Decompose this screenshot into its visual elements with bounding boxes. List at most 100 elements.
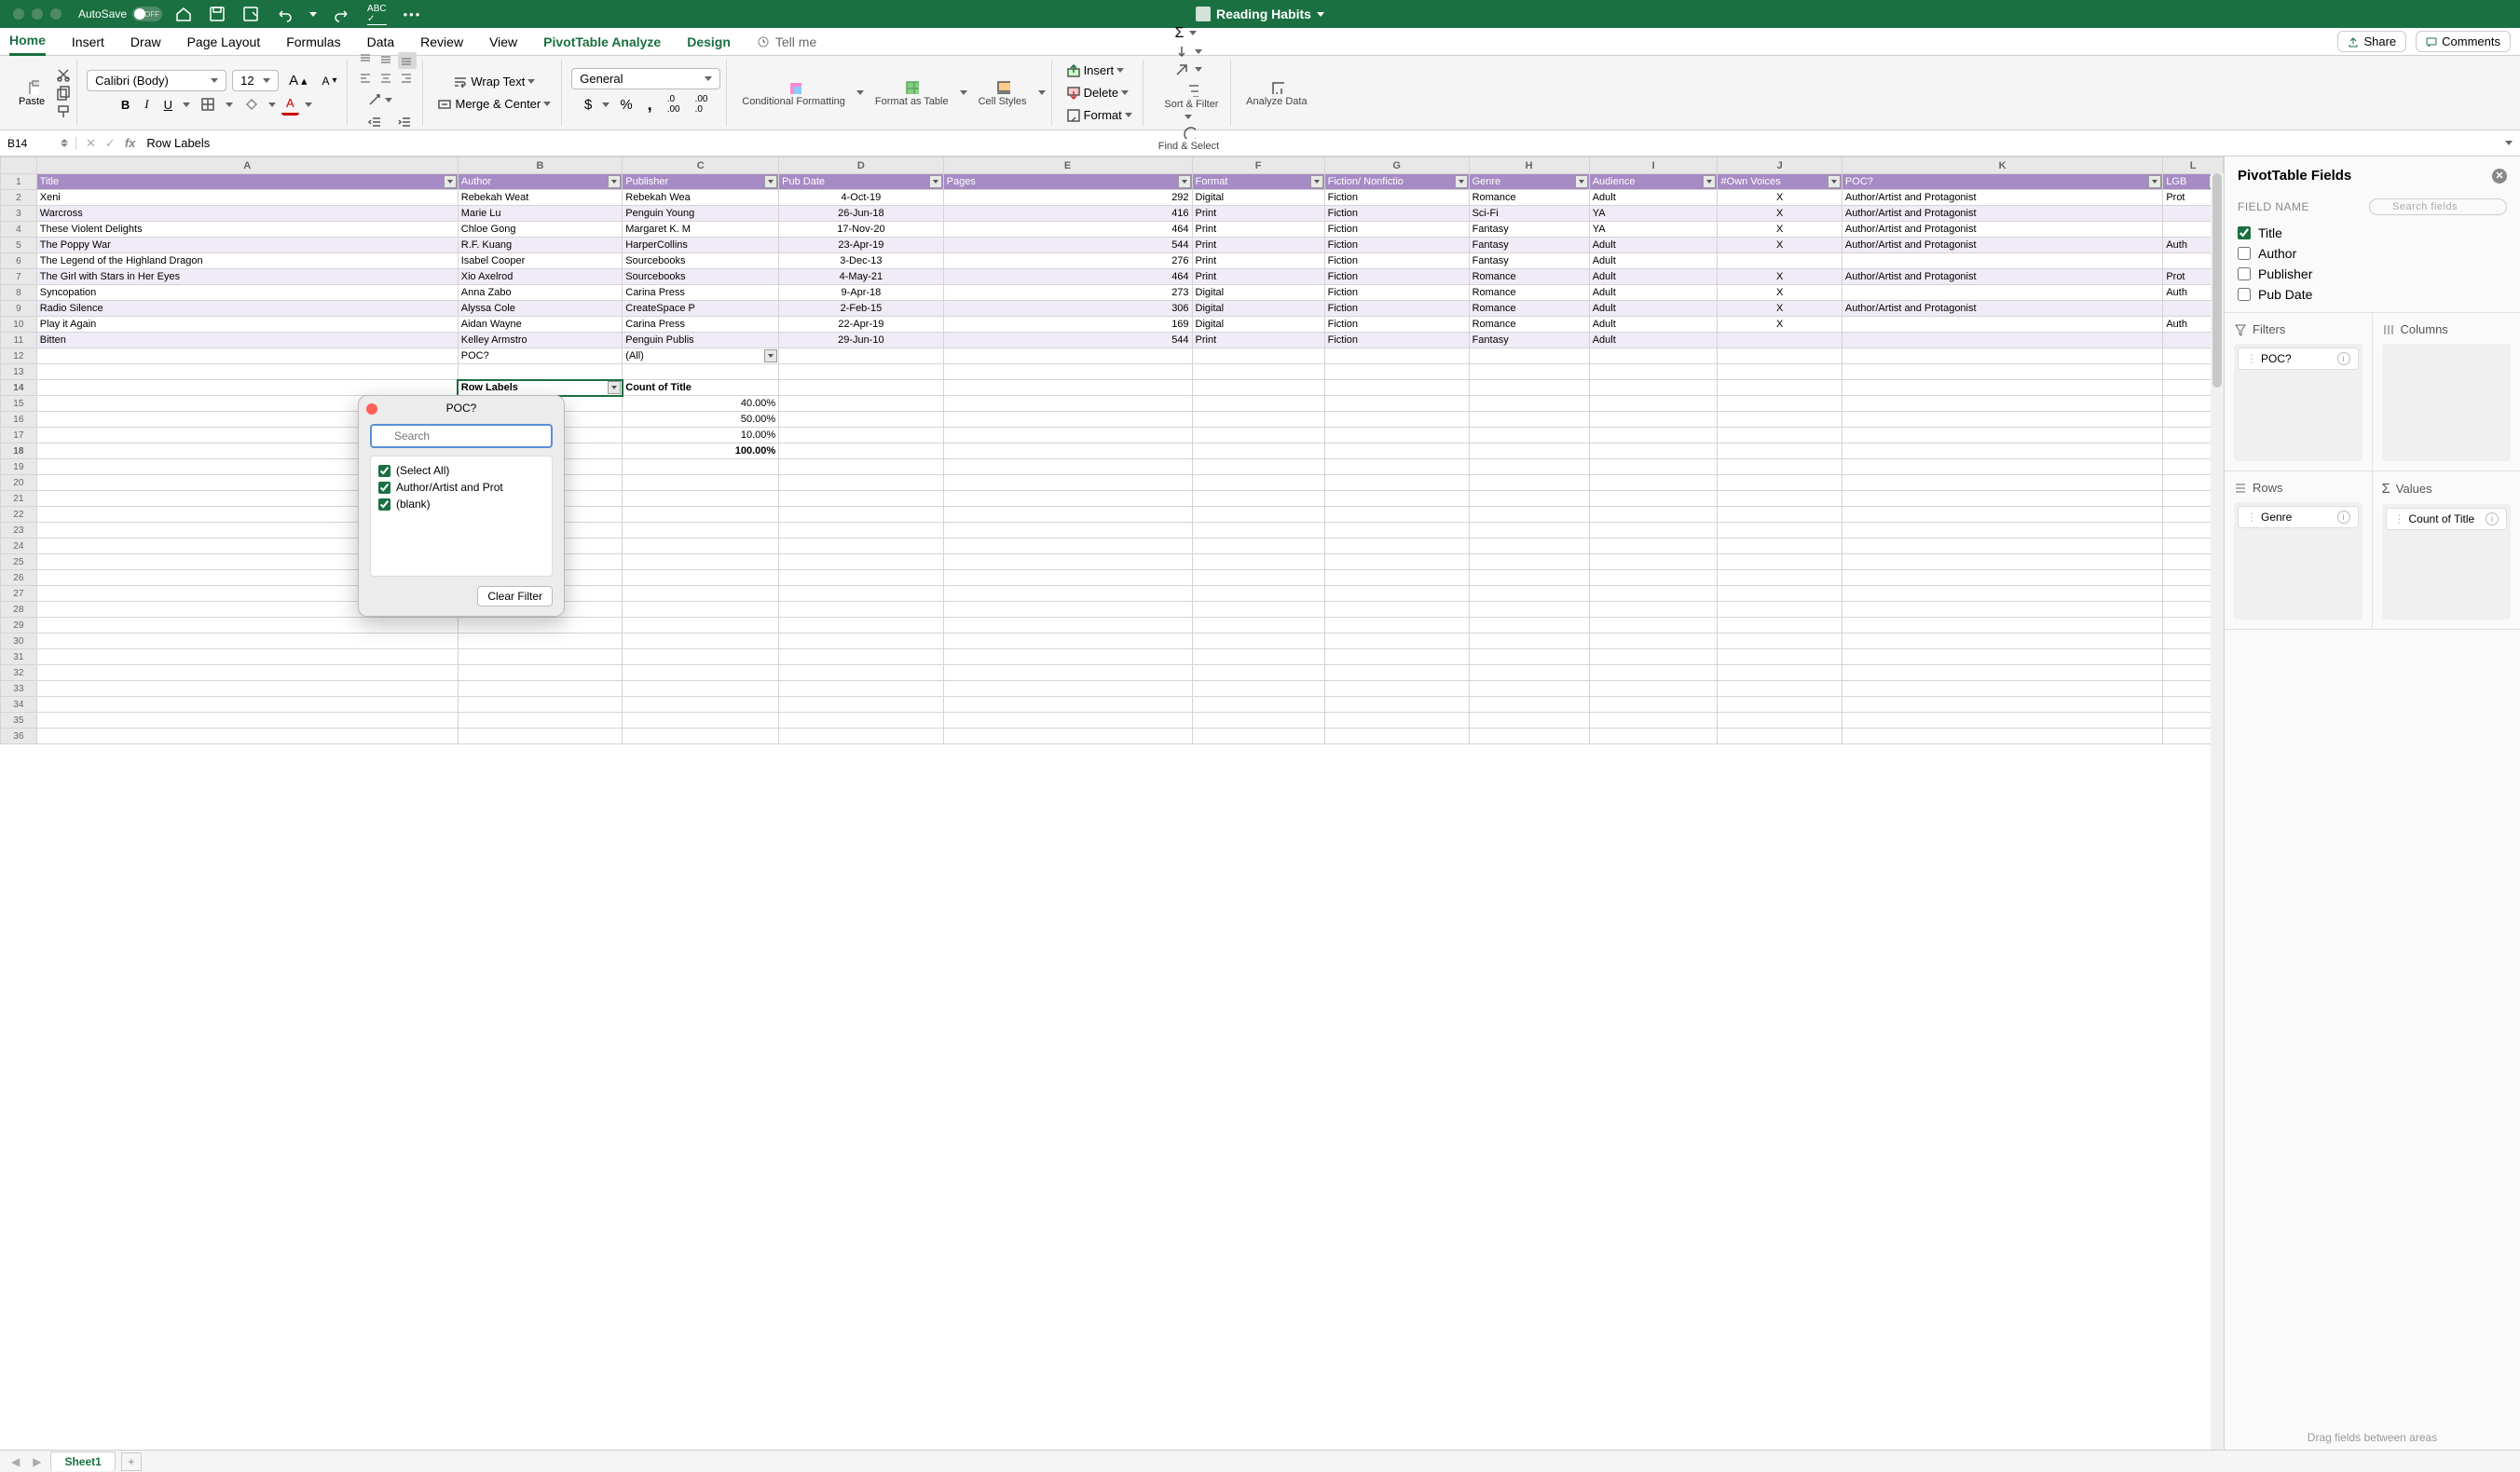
value-chip[interactable]: ⋮Count of Titlei (2386, 508, 2508, 530)
expand-formula-bar[interactable] (2505, 141, 2513, 145)
orientation-button[interactable] (363, 89, 417, 110)
borders-button[interactable] (196, 94, 220, 115)
undo-dropdown[interactable] (309, 12, 317, 17)
fill-color-button[interactable] (239, 94, 263, 115)
tab-review[interactable]: Review (420, 29, 463, 55)
decrease-indent[interactable] (363, 113, 387, 133)
sheet-tab[interactable]: Sheet1 (50, 1452, 115, 1471)
fill-button[interactable] (1174, 45, 1189, 60)
field-item[interactable]: Publisher (2238, 264, 2507, 284)
columns-area[interactable]: Columns (2373, 313, 2520, 471)
worksheet[interactable]: ABCDEFGHIJKL1TitleAuthorPublisherPub Dat… (0, 157, 2224, 1450)
filters-area[interactable]: Filters ⋮POC?i (2225, 313, 2373, 471)
fx-icon[interactable]: fx (125, 136, 136, 150)
field-list: Title Author Publisher Pub Date (2225, 219, 2520, 313)
comma-button[interactable]: , (643, 92, 657, 117)
document-title[interactable]: Reading Habits (1196, 7, 1324, 21)
filter-option[interactable]: Author/Artist and Prot (378, 479, 544, 496)
cut-icon[interactable] (56, 67, 71, 82)
close-pane-icon[interactable]: ✕ (2492, 169, 2507, 184)
accept-formula-icon[interactable]: ✓ (105, 136, 116, 151)
tab-formulas[interactable]: Formulas (286, 29, 340, 55)
field-item[interactable]: Author (2238, 243, 2507, 264)
filter-chip[interactable]: ⋮POC?i (2238, 348, 2359, 370)
tell-me[interactable]: Tell me (757, 34, 816, 49)
align-top[interactable] (357, 52, 376, 69)
delete-cells-button[interactable]: Delete (1061, 83, 1137, 103)
italic-button[interactable]: I (140, 94, 153, 115)
paste-button[interactable]: Paste (13, 76, 50, 110)
redo-icon[interactable] (334, 6, 350, 22)
align-bottom[interactable] (398, 52, 417, 69)
align-right[interactable] (398, 71, 417, 88)
filter-option[interactable]: (blank) (378, 496, 544, 512)
align-center[interactable] (377, 71, 396, 88)
share-button[interactable]: Share (2337, 31, 2406, 52)
tab-home[interactable]: Home (9, 27, 46, 56)
window-controls[interactable] (13, 8, 62, 20)
format-cells-button[interactable]: Format (1061, 105, 1137, 126)
field-search-input[interactable]: Search fields (2369, 198, 2507, 215)
currency-button[interactable]: $ (580, 94, 596, 116)
font-size-select[interactable]: 12 (232, 70, 279, 91)
bold-button[interactable]: B (116, 95, 134, 115)
filter-search-input[interactable] (370, 424, 553, 448)
home-icon[interactable] (175, 6, 192, 22)
decrease-font-icon[interactable]: A▾ (317, 72, 341, 90)
increase-decimal[interactable]: .0.00 (663, 91, 685, 117)
search-icon[interactable] (1929, 0, 2209, 84)
autosum-button[interactable]: Σ (1174, 25, 1184, 42)
font-color-button[interactable]: A (281, 93, 299, 116)
close-icon[interactable] (366, 403, 377, 415)
tab-data[interactable]: Data (367, 29, 395, 55)
tab-draw[interactable]: Draw (130, 29, 161, 55)
cell-styles-button[interactable]: Cell Styles (973, 76, 1033, 110)
format-painter-icon[interactable] (56, 104, 71, 119)
filter-option[interactable]: (Select All) (378, 462, 544, 479)
clear-button[interactable] (1174, 62, 1189, 77)
autosave-toggle[interactable]: AutoSave OFF (78, 7, 162, 21)
cancel-formula-icon[interactable]: ✕ (86, 136, 96, 151)
add-sheet-button[interactable]: + (121, 1452, 142, 1471)
formula-input[interactable]: Row Labels (143, 136, 2505, 150)
field-item[interactable]: Title (2238, 223, 2507, 243)
tab-insert[interactable]: Insert (72, 29, 104, 55)
row-chip[interactable]: ⋮Genrei (2238, 506, 2359, 528)
name-box[interactable]: B14 (0, 137, 76, 150)
format-as-table-button[interactable]: Format as Table (870, 76, 954, 110)
more-icon[interactable]: ••• (404, 7, 422, 21)
spellcheck-icon[interactable]: ABC✓ (367, 4, 387, 25)
tab-design[interactable]: Design (687, 29, 731, 55)
save-icon[interactable] (209, 6, 226, 22)
vertical-scrollbar[interactable] (2211, 173, 2224, 1450)
autosave-switch[interactable]: OFF (132, 7, 162, 21)
tab-page-layout[interactable]: Page Layout (187, 29, 261, 55)
decrease-decimal[interactable]: .00.0 (691, 91, 713, 117)
wrap-text-button[interactable]: Wrap Text (448, 72, 540, 92)
undo-icon[interactable] (276, 6, 293, 22)
next-sheet-icon[interactable]: ▶ (29, 1455, 45, 1468)
merge-center-button[interactable]: Merge & Center (432, 94, 555, 115)
align-left[interactable] (357, 71, 376, 88)
increase-indent[interactable] (392, 113, 417, 133)
font-name-select[interactable]: Calibri (Body) (87, 70, 226, 91)
insert-cells-button[interactable]: Insert (1061, 61, 1137, 81)
copy-icon[interactable] (56, 86, 71, 101)
percent-button[interactable]: % (615, 94, 637, 116)
tab-view[interactable]: View (489, 29, 517, 55)
conditional-formatting-button[interactable]: Conditional Formatting (736, 76, 851, 110)
underline-button[interactable]: U (159, 95, 177, 115)
field-item[interactable]: Pub Date (2238, 284, 2507, 305)
save-as-icon[interactable] (242, 6, 259, 22)
tab-pivottable-analyze[interactable]: PivotTable Analyze (543, 29, 661, 55)
increase-font-icon[interactable]: A▴ (284, 70, 311, 91)
rows-area[interactable]: Rows ⋮Genrei (2225, 471, 2373, 630)
prev-sheet-icon[interactable]: ◀ (7, 1455, 23, 1468)
analyze-data-button[interactable]: Analyze Data (1240, 76, 1312, 110)
number-format-select[interactable]: General (571, 68, 720, 89)
values-area[interactable]: ΣValues ⋮Count of Titlei (2373, 471, 2520, 630)
clear-filter-button[interactable]: Clear Filter (477, 586, 553, 607)
comments-button[interactable]: Comments (2416, 31, 2511, 52)
align-middle[interactable] (377, 52, 396, 69)
sort-filter-button[interactable]: Sort & Filter (1158, 79, 1224, 113)
